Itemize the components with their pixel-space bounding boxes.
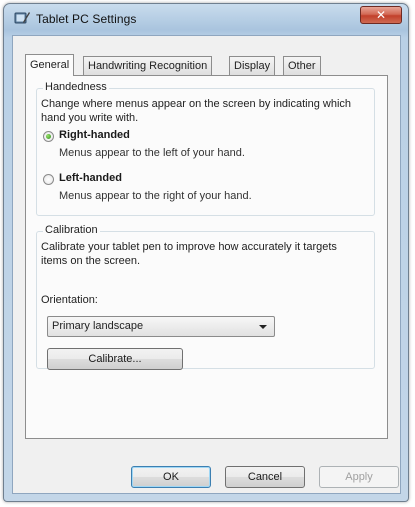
- tablet-pen-icon: [14, 12, 30, 24]
- apply-button[interactable]: Apply: [319, 466, 399, 488]
- window-title: Tablet PC Settings: [36, 12, 137, 26]
- left-handed-description: Menus appear to the right of your hand.: [59, 190, 252, 202]
- handedness-group-label: Handedness: [43, 81, 109, 93]
- dialog-body: General Handwriting Recognition Display …: [12, 35, 401, 494]
- radio-selected-dot: [46, 134, 51, 139]
- tab-handwriting-recognition[interactable]: Handwriting Recognition: [83, 56, 213, 75]
- right-handed-radio[interactable]: [43, 131, 54, 142]
- chevron-down-icon: [259, 325, 267, 329]
- right-handed-description: Menus appear to the left of your hand.: [59, 147, 245, 159]
- tab-panel-general: Handedness Change where menus appear on …: [25, 75, 388, 439]
- left-handed-radio[interactable]: [43, 174, 54, 185]
- handedness-description: Change where menus appear on the screen …: [41, 98, 352, 124]
- left-handed-label[interactable]: Left-handed: [59, 172, 122, 184]
- tab-other[interactable]: Other: [283, 56, 321, 75]
- close-icon: ✕: [375, 8, 387, 22]
- orientation-dropdown[interactable]: Primary landscape: [47, 316, 275, 337]
- handedness-group: Handedness Change where menus appear on …: [36, 81, 375, 216]
- calibration-group: Calibration Calibrate your tablet pen to…: [36, 224, 375, 370]
- right-handed-label[interactable]: Right-handed: [59, 129, 130, 141]
- tab-display[interactable]: Display: [229, 56, 276, 75]
- orientation-label: Orientation:: [41, 294, 98, 306]
- close-button[interactable]: ✕: [360, 6, 402, 24]
- tab-general[interactable]: General: [25, 54, 75, 76]
- calibration-group-label: Calibration: [43, 224, 100, 236]
- cancel-button[interactable]: Cancel: [225, 466, 305, 488]
- calibration-description: Calibrate your tablet pen to improve how…: [41, 241, 337, 267]
- calibrate-button[interactable]: Calibrate...: [47, 348, 183, 370]
- tablet-pc-settings-window: Tablet PC Settings ✕ General Handwriting…: [3, 3, 409, 502]
- ok-button[interactable]: OK: [131, 466, 211, 488]
- orientation-value: Primary landscape: [52, 320, 144, 332]
